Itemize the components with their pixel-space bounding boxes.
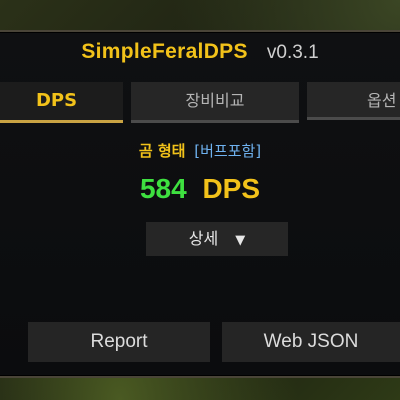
chevron-down-icon: ▼	[235, 233, 246, 248]
tab-bar: DPS 장비비교 옵션	[0, 82, 400, 123]
game-background: SimpleFeralDPS v0.3.1 DPS 장비비교 옵션 곰 형태 […	[0, 0, 400, 400]
addon-header: SimpleFeralDPS v0.3.1	[0, 40, 400, 72]
form-status: 곰 형태 [버프포함]	[0, 140, 400, 161]
dps-readout: 584 DPS	[0, 173, 400, 205]
report-button[interactable]: Report	[28, 322, 210, 362]
addon-title: SimpleFeralDPS	[81, 40, 248, 63]
details-dropdown-button[interactable]: 상세 ▼	[146, 222, 288, 256]
details-label: 상세	[188, 229, 219, 248]
dps-value: 584	[139, 173, 187, 204]
tab-dps[interactable]: DPS	[0, 82, 123, 123]
tab-gear-compare[interactable]: 장비비교	[131, 82, 299, 123]
addon-version: v0.3.1	[266, 42, 319, 63]
form-label: 곰 형태	[138, 142, 186, 160]
tab-options[interactable]: 옵션	[307, 82, 400, 120]
dps-unit: DPS	[202, 173, 261, 204]
web-json-button[interactable]: Web JSON	[222, 322, 400, 362]
buff-label: [버프포함]	[194, 142, 262, 160]
